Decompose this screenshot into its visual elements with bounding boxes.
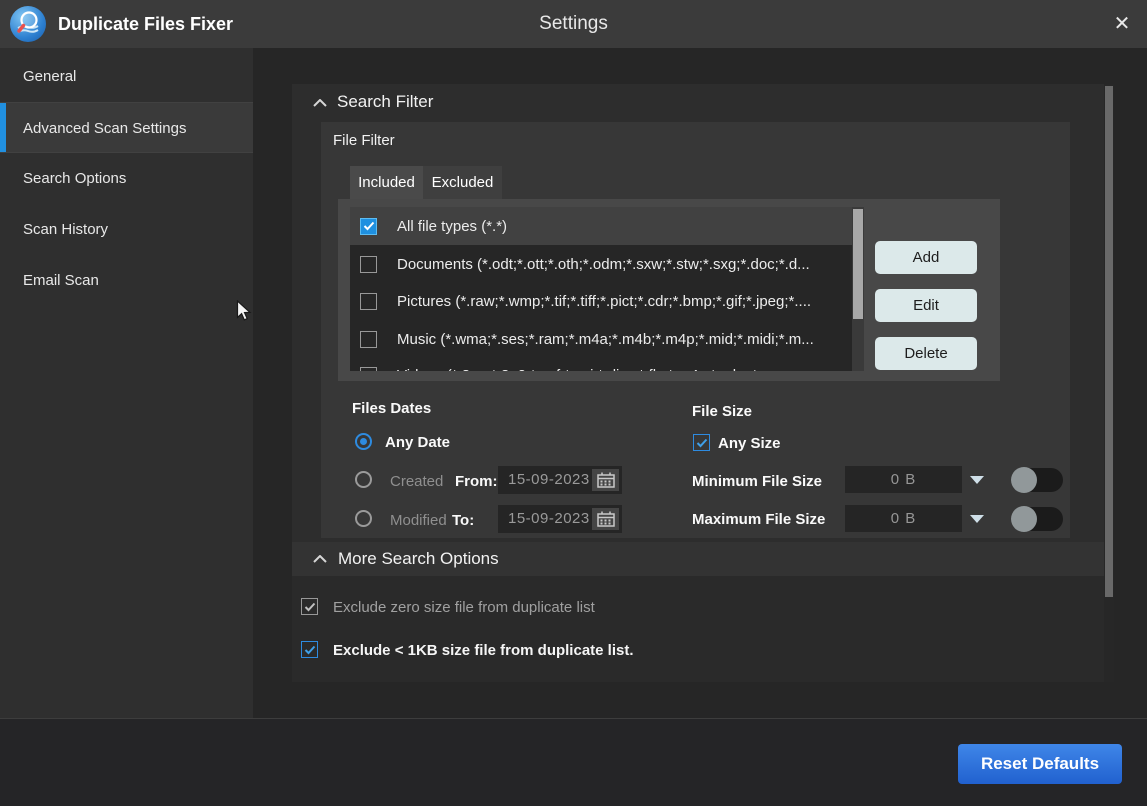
from-date-field[interactable]: 15-09-2023 [498,466,622,494]
minimum-size-field[interactable]: 0 B [845,466,962,493]
created-radio[interactable] [355,471,372,488]
files-dates-label: Files Dates [352,400,431,417]
modified-radio[interactable] [355,510,372,527]
minimum-file-size-label: Minimum File Size [692,473,822,490]
title-bar: Duplicate Files Fixer Settings ✕ [0,0,1147,48]
any-date-radio[interactable] [355,433,372,450]
modified-label: Modified [390,512,447,529]
min-size-toggle[interactable] [1011,468,1063,492]
calendar-icon[interactable] [592,469,619,491]
add-button[interactable]: Add [875,241,977,274]
tab-excluded[interactable]: Excluded [423,166,502,199]
to-date-field[interactable]: 15-09-2023 [498,505,622,533]
content-scrollbar[interactable] [1104,84,1114,682]
checkbox-unchecked[interactable] [360,256,377,273]
delete-button[interactable]: Delete [875,337,977,370]
toggle-knob [1011,506,1037,532]
checkbox-unchecked[interactable] [360,331,377,348]
search-filter-section-header[interactable]: Search Filter [337,92,433,112]
list-item[interactable]: Music (*.wma;*.ses;*.ram;*.m4a;*.m4b;*.m… [350,320,864,358]
sidebar-item-advanced-scan-settings[interactable]: Advanced Scan Settings [0,102,253,153]
list-item[interactable]: All file types (*.*) [350,207,864,245]
sidebar: General Advanced Scan Settings Search Op… [0,48,253,718]
file-size-label: File Size [692,403,752,420]
dialog-title: Settings [0,0,1147,48]
list-item[interactable]: Pictures (*.raw;*.wmp;*.tif;*.tiff;*.pic… [350,282,864,320]
any-date-label: Any Date [385,434,450,451]
sidebar-item-general[interactable]: General [0,51,253,102]
maximum-file-size-label: Maximum File Size [692,511,825,528]
max-size-dropdown-icon[interactable] [970,515,984,523]
exclude-1kb-checkbox[interactable] [301,641,318,658]
exclude-zero-size-label: Exclude zero size file from duplicate li… [333,599,595,616]
settings-content-panel: Search Filter File Filter Included Exclu… [292,84,1114,682]
more-search-options-header[interactable]: More Search Options [292,542,1114,576]
edit-button[interactable]: Edit [875,289,977,322]
checkbox-unchecked[interactable] [360,293,377,310]
sidebar-item-search-options[interactable]: Search Options [0,153,253,204]
selected-indicator-bar [0,103,6,152]
collapse-chevron-icon[interactable] [313,555,327,563]
to-label: To: [452,512,474,529]
mouse-cursor [236,300,252,322]
any-size-checkbox[interactable] [693,434,710,451]
reset-defaults-button[interactable]: Reset Defaults [958,744,1122,784]
exclude-1kb-label: Exclude < 1KB size file from duplicate l… [333,642,634,659]
toggle-knob [1011,467,1037,493]
sidebar-item-email-scan[interactable]: Email Scan [0,255,253,306]
content-scrollbar-thumb[interactable] [1105,86,1113,597]
list-item[interactable]: Videos (*.3gp;*.3g2;*.asf;*.avi;*.divx;*… [350,356,864,371]
file-type-list: All file types (*.*) Documents (*.odt;*.… [350,207,864,371]
tab-included[interactable]: Included [350,166,423,199]
sidebar-item-scan-history[interactable]: Scan History [0,204,253,255]
from-label: From: [455,473,498,490]
bottom-bar: Reset Defaults [0,718,1147,806]
max-size-toggle[interactable] [1011,507,1063,531]
list-item[interactable]: Documents (*.odt;*.ott;*.oth;*.odm;*.sxw… [350,245,864,283]
more-search-options-body: Exclude zero size file from duplicate li… [292,576,1114,682]
file-filter-panel: File Filter Included Excluded All file t… [321,122,1070,538]
created-label: Created [390,473,443,490]
checkbox-unchecked[interactable] [360,367,377,372]
any-size-label: Any Size [718,435,781,452]
radio-dot [360,438,367,445]
calendar-icon[interactable] [592,508,619,530]
maximum-size-field[interactable]: 0 B [845,505,962,532]
list-scrollbar-thumb[interactable] [853,209,863,319]
list-scrollbar[interactable] [852,207,864,371]
checkbox-checked[interactable] [360,218,377,235]
file-filter-label: File Filter [333,132,395,149]
exclude-zero-size-checkbox[interactable] [301,598,318,615]
collapse-chevron-icon[interactable] [313,99,327,107]
close-icon[interactable]: ✕ [1109,10,1135,38]
min-size-dropdown-icon[interactable] [970,476,984,484]
